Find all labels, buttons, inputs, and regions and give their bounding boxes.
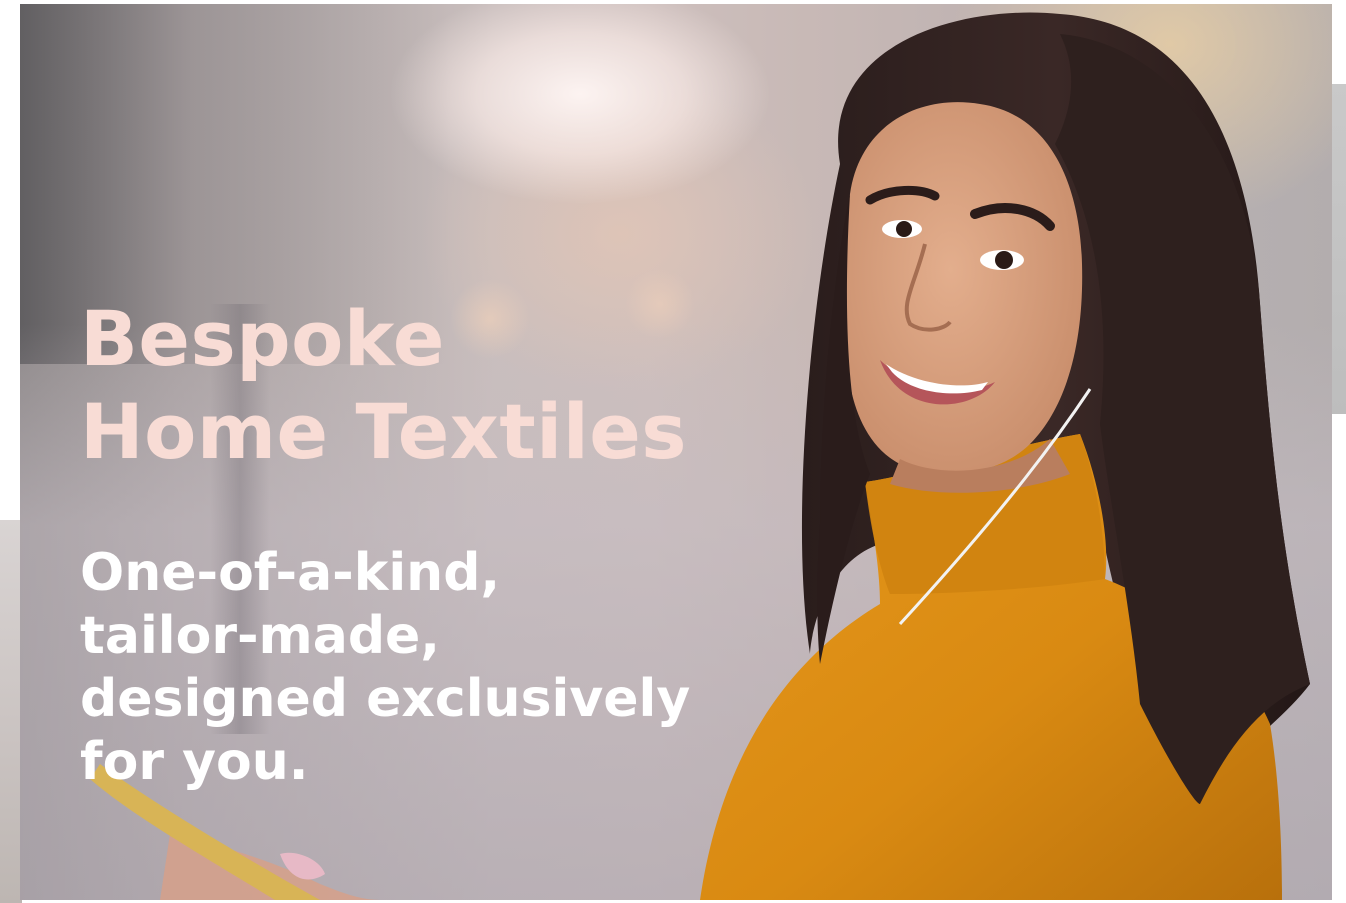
hero-headline: Bespoke Home Textiles xyxy=(80,292,720,478)
hero-banner: Bespoke Home Textiles One-of-a-kind, tai… xyxy=(20,4,1332,900)
subline-line-2: tailor-made, xyxy=(80,606,441,666)
hero-subheadline: One-of-a-kind, tailor-made, designed exc… xyxy=(80,542,720,794)
subline-line-4: for you. xyxy=(80,732,309,792)
background-panel-right xyxy=(1330,84,1346,414)
face xyxy=(843,102,1083,475)
background-panel-left xyxy=(0,520,22,903)
headline-line-2: Home Textiles xyxy=(80,387,688,476)
hero-copy: Bespoke Home Textiles One-of-a-kind, tai… xyxy=(80,292,720,794)
subline-line-1: One-of-a-kind, xyxy=(80,543,501,603)
headline-line-1: Bespoke xyxy=(80,294,445,383)
page: Bespoke Home Textiles One-of-a-kind, tai… xyxy=(0,0,1346,903)
subline-line-3: designed exclusively xyxy=(80,669,691,729)
